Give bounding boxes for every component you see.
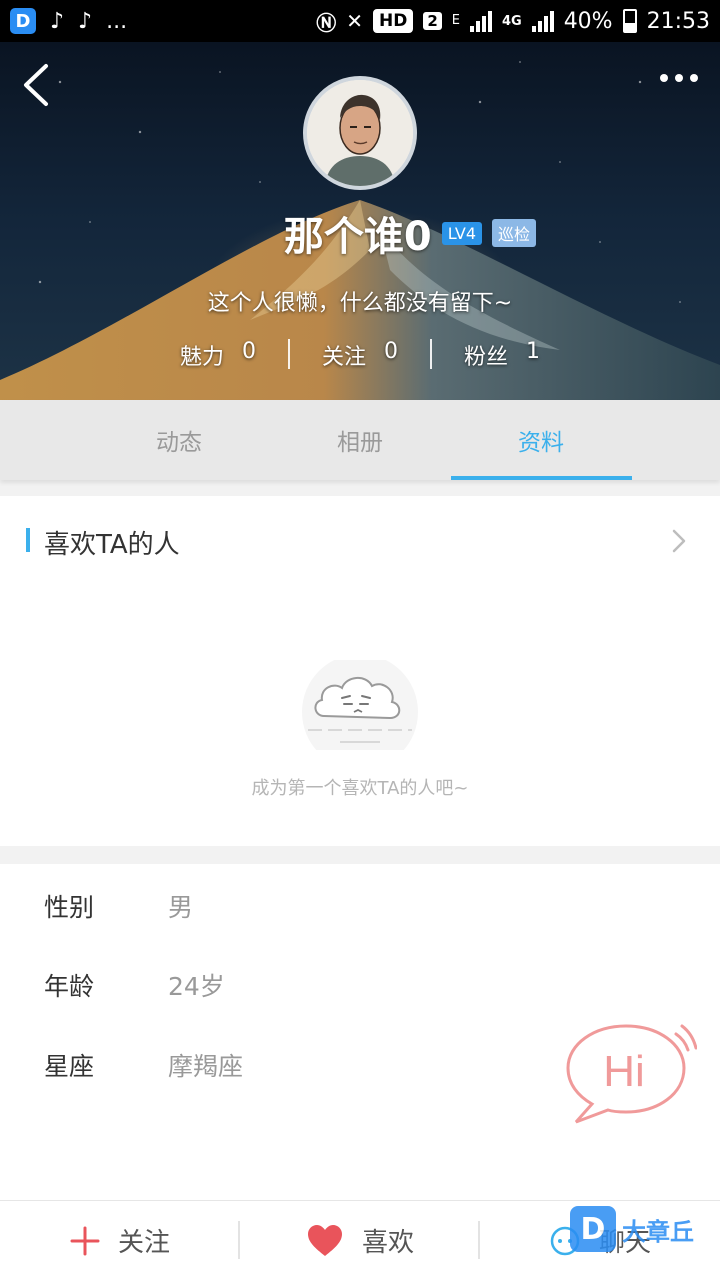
dot-icon <box>675 74 683 82</box>
follow-button[interactable]: 关注 <box>0 1201 240 1280</box>
battery-percent: 40% <box>563 8 613 34</box>
info-label: 星座 <box>44 1052 95 1081</box>
info-row-zodiac: 星座 摩羯座 <box>44 1047 243 1083</box>
network-4g-label: 4G <box>501 13 522 29</box>
info-value: 24岁 <box>168 972 225 1001</box>
info-row-gender: 性别 男 <box>44 888 193 924</box>
app-notification-icon: D <box>10 8 36 34</box>
stat-followers[interactable]: 粉丝 1 <box>432 339 572 371</box>
follow-label: 关注 <box>117 1228 170 1258</box>
status-bar: D ♪ ♪ ... Ⓝ ✕ HD 2 E 4G 40% 21:53 <box>0 0 720 42</box>
stat-label: 魅力 <box>179 345 224 370</box>
empty-cloud-icon <box>302 660 418 750</box>
info-value: 摩羯座 <box>168 1052 244 1081</box>
role-badge: 巡检 <box>492 219 537 247</box>
dot-icon <box>690 74 698 82</box>
section-title: 喜欢TA的人 <box>44 530 180 560</box>
profile-header: 那个谁0 LV4 巡检 这个人很懒，什么都没有留下~ 魅力 0 关注 0 粉丝 … <box>0 42 720 400</box>
tab-album[interactable]: 相册 <box>270 400 451 480</box>
battery-icon <box>622 9 637 33</box>
watermark-text: 大章丘 <box>622 1217 694 1246</box>
divider <box>430 339 432 369</box>
vibrate-icon: ✕ <box>346 9 363 33</box>
chevron-right-icon[interactable] <box>670 528 688 554</box>
tab-posts[interactable]: 动态 <box>89 400 270 480</box>
name-row: 那个谁0 LV4 巡检 <box>0 204 720 262</box>
divider <box>288 339 290 369</box>
signal-icon <box>469 10 492 32</box>
info-value: 男 <box>168 893 194 922</box>
back-button[interactable] <box>18 60 58 110</box>
watermark: D 大章丘 <box>570 1206 694 1252</box>
stat-value: 1 <box>526 339 540 364</box>
hi-text: Hi <box>603 1047 645 1096</box>
profile-tabs: 动态 相册 资料 <box>0 400 720 480</box>
likers-header[interactable]: 喜欢TA的人 <box>0 524 720 560</box>
sim-badge: 2 <box>423 12 442 30</box>
info-row-age: 年龄 24岁 <box>44 967 225 1003</box>
plus-icon <box>70 1226 100 1255</box>
tiktok-notification-icon: ♪ <box>78 8 93 34</box>
section-accent-bar <box>26 528 30 552</box>
empty-likers-text: 成为第一个喜欢TA的人吧~ <box>251 778 469 799</box>
avatar-portrait <box>307 80 413 186</box>
hd-badge: HD <box>372 9 414 33</box>
say-hi-button[interactable]: Hi <box>562 1018 697 1128</box>
stat-charm: 魅力 0 <box>148 339 288 371</box>
info-label: 性别 <box>44 893 95 922</box>
more-options-button[interactable] <box>660 74 698 82</box>
like-button[interactable]: 喜欢 <box>240 1201 480 1280</box>
username: 那个谁0 <box>283 214 432 260</box>
watermark-logo: D <box>570 1206 616 1252</box>
more-notifications-icon: ... <box>106 8 128 34</box>
network-e-label: E <box>451 12 460 28</box>
level-badge: LV4 <box>441 221 483 245</box>
stat-value: 0 <box>242 339 256 364</box>
like-label: 喜欢 <box>361 1228 414 1258</box>
nfc-icon: Ⓝ <box>316 10 337 35</box>
stat-value: 0 <box>384 339 398 364</box>
avatar[interactable] <box>303 76 417 190</box>
stats-row: 魅力 0 关注 0 粉丝 1 <box>0 339 720 371</box>
dot-icon <box>660 74 668 82</box>
heart-icon <box>307 1224 342 1256</box>
stat-label: 关注 <box>321 345 366 370</box>
signal-icon <box>531 10 554 32</box>
user-bio: 这个人很懒，什么都没有留下~ <box>207 291 513 316</box>
clock: 21:53 <box>646 8 710 34</box>
info-label: 年龄 <box>44 972 95 1001</box>
stat-label: 粉丝 <box>463 345 508 370</box>
tab-profile-info[interactable]: 资料 <box>450 400 632 480</box>
tiktok-notification-icon: ♪ <box>50 8 65 34</box>
stat-following[interactable]: 关注 0 <box>290 339 430 371</box>
likers-section: 喜欢TA的人 成为第一个喜欢TA的人吧~ <box>0 496 720 846</box>
